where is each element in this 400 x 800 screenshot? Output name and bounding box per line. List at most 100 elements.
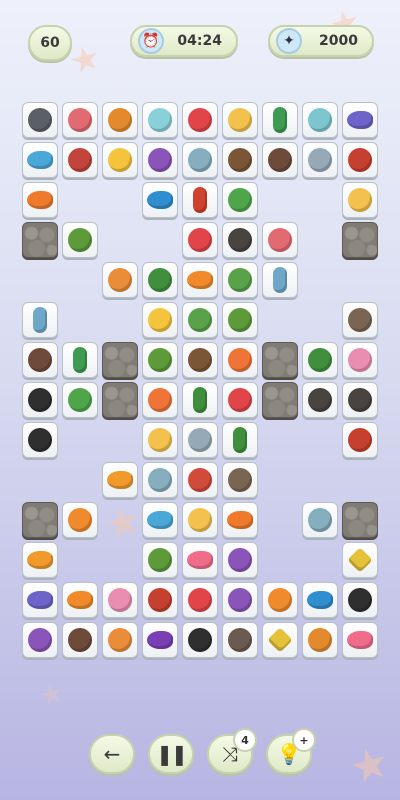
tile-shrimp[interactable]	[222, 342, 258, 378]
tile-mole[interactable]	[222, 622, 258, 658]
tile-green-turtle[interactable]	[182, 302, 218, 338]
tile-boar[interactable]	[22, 342, 58, 378]
tile-clownfish[interactable]	[22, 182, 58, 218]
tile-dino[interactable]	[142, 102, 178, 138]
tile-crab[interactable]	[182, 582, 218, 618]
tile-purple-octopus[interactable]	[142, 142, 178, 178]
tile-eagle[interactable]	[302, 382, 338, 418]
tile-crow[interactable]	[22, 102, 58, 138]
tile-starfish[interactable]	[62, 582, 98, 618]
tile-lion[interactable]	[302, 622, 338, 658]
tile-sloth[interactable]	[222, 462, 258, 498]
tile-red-octopus[interactable]	[142, 582, 178, 618]
tile-pterodactyl[interactable]	[62, 102, 98, 138]
tile-cat[interactable]	[102, 622, 138, 658]
tile-bamboo[interactable]	[222, 422, 258, 458]
tile-clownfish[interactable]	[222, 502, 258, 538]
tile-chick[interactable]	[142, 302, 178, 338]
tile-angelfish[interactable]	[22, 582, 58, 618]
tile-seahorse[interactable]	[262, 102, 298, 138]
tile-bluefish[interactable]	[302, 582, 338, 618]
tile-dolphin[interactable]	[22, 142, 58, 178]
tile-croc[interactable]	[142, 262, 178, 298]
tile-starfish[interactable]	[182, 262, 218, 298]
tile-pterodactyl[interactable]	[262, 222, 298, 258]
tile-shell[interactable]	[342, 342, 378, 378]
tile-shark[interactable]	[302, 142, 338, 178]
tile-stingray[interactable]	[342, 542, 378, 578]
tile-owl[interactable]	[222, 142, 258, 178]
tile-bluedino[interactable]	[302, 502, 338, 538]
tile-yellow-octopus[interactable]	[182, 502, 218, 538]
tile-green-dino[interactable]	[222, 182, 258, 218]
pause-button[interactable]: ❚❚	[148, 734, 194, 774]
tile-turtle[interactable]	[142, 542, 178, 578]
tile-shark[interactable]	[182, 422, 218, 458]
tile-purple-fish[interactable]	[142, 622, 178, 658]
tile-angelfish[interactable]	[342, 102, 378, 138]
tile-cat[interactable]	[102, 262, 138, 298]
yellow-octopus-icon	[228, 108, 252, 132]
tile-trex[interactable]	[262, 582, 298, 618]
tile-owl[interactable]	[182, 342, 218, 378]
tile-turtle[interactable]	[222, 302, 258, 338]
lion-icon	[108, 108, 132, 132]
tile-trex[interactable]	[62, 502, 98, 538]
tile-parrot[interactable]	[182, 462, 218, 498]
tile-hammerhead[interactable]	[262, 262, 298, 298]
tile-sloth[interactable]	[342, 302, 378, 338]
tile-shrimp[interactable]	[142, 382, 178, 418]
tile-red-octopus[interactable]	[342, 422, 378, 458]
seahorse-icon	[273, 107, 287, 133]
green-dino-icon	[68, 388, 92, 412]
tile-purple-octopus[interactable]	[22, 622, 58, 658]
goldfish-icon	[107, 471, 133, 489]
tile-stingray[interactable]	[262, 622, 298, 658]
tile-dolphin[interactable]	[142, 502, 178, 538]
tile-squid[interactable]	[182, 182, 218, 218]
tile-goldfish[interactable]	[102, 462, 138, 498]
tile-green-turtle[interactable]	[222, 262, 258, 298]
tile-yellow-octopus[interactable]	[222, 102, 258, 138]
tile-bluefish[interactable]	[142, 182, 178, 218]
tile-purple-octopus[interactable]	[222, 542, 258, 578]
tile-yellow-octopus[interactable]	[142, 422, 178, 458]
tile-red-octopus[interactable]	[342, 142, 378, 178]
tile-eagle[interactable]	[222, 222, 258, 258]
tile-pufferfish[interactable]	[182, 542, 218, 578]
tile-panda[interactable]	[22, 422, 58, 458]
tile-boar[interactable]	[62, 622, 98, 658]
undo-button[interactable]: ←	[89, 734, 135, 774]
tile-turtle[interactable]	[62, 222, 98, 258]
tile-redcrab[interactable]	[62, 142, 98, 178]
tile-hammerhead[interactable]	[22, 302, 58, 338]
tile-chick[interactable]	[102, 142, 138, 178]
tile-eagle[interactable]	[342, 382, 378, 418]
tile-panda[interactable]	[182, 622, 218, 658]
tile-crab[interactable]	[222, 382, 258, 418]
tile-bamboo[interactable]	[182, 382, 218, 418]
tile-panda[interactable]	[22, 382, 58, 418]
tile-purple-octopus[interactable]	[222, 582, 258, 618]
tile-crab[interactable]	[182, 102, 218, 138]
tile-bluedino[interactable]	[182, 142, 218, 178]
tile-crab[interactable]	[182, 222, 218, 258]
tile-seahorse[interactable]	[62, 342, 98, 378]
tile-nessie[interactable]	[302, 102, 338, 138]
tile-yellow-octopus[interactable]	[342, 182, 378, 218]
angelfish-icon	[27, 591, 53, 609]
coin-value: 2000	[319, 33, 358, 49]
tile-goldfish[interactable]	[22, 542, 58, 578]
tile-croc[interactable]	[302, 342, 338, 378]
tile-pufferfish[interactable]	[342, 622, 378, 658]
tile-bluedino[interactable]	[142, 462, 178, 498]
shuffle-button[interactable]: ⤨ 4	[207, 728, 257, 774]
hint-button[interactable]: 💡 +	[266, 728, 316, 774]
tile-panda[interactable]	[342, 582, 378, 618]
tile-lion[interactable]	[102, 102, 138, 138]
tile-boar[interactable]	[262, 142, 298, 178]
purple-octopus-icon	[28, 628, 52, 652]
tile-green-dino[interactable]	[62, 382, 98, 418]
tile-shell[interactable]	[102, 582, 138, 618]
tile-turtle[interactable]	[142, 342, 178, 378]
